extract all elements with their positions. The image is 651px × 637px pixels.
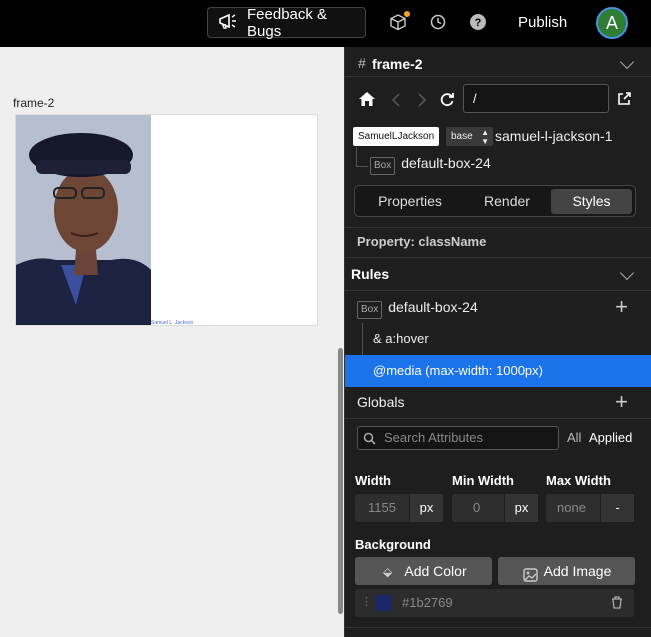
component-tag[interactable]: SamuelLJackson xyxy=(353,127,440,146)
rule-box-name: default-box-24 xyxy=(388,299,478,315)
max-width-input[interactable]: none - xyxy=(546,494,634,522)
globals-heading: Globals xyxy=(357,394,405,410)
help-icon[interactable]: ? xyxy=(468,12,488,32)
color-value: #1b2769 xyxy=(402,595,453,610)
select-arrows-icon: ▲ ▼ xyxy=(481,128,489,146)
refresh-icon[interactable] xyxy=(439,91,455,110)
add-color-label: Add Color xyxy=(404,563,467,579)
variant-label: base xyxy=(451,131,473,142)
frame-label: frame-2 xyxy=(13,96,55,110)
svg-text:?: ? xyxy=(475,17,482,29)
rule-box[interactable]: Box default-box-24 + xyxy=(345,291,651,323)
top-bar: Feedback & Bugs ? Publish A xyxy=(0,0,651,47)
notification-dot xyxy=(404,11,410,17)
chevron-down-icon[interactable] xyxy=(619,265,635,281)
min-width-input[interactable]: 0 px xyxy=(452,494,538,522)
width-label: Width xyxy=(355,473,391,488)
add-rule-plus-icon[interactable]: + xyxy=(615,291,628,323)
back-arrow-icon[interactable] xyxy=(391,93,401,110)
rule-media-selected[interactable]: @media (max-width: 1000px) xyxy=(345,355,651,387)
width-unit[interactable]: px xyxy=(409,494,443,522)
rules-header[interactable]: Rules xyxy=(345,258,651,290)
portrait-image[interactable] xyxy=(16,115,151,325)
frame-title: frame-2 xyxy=(372,56,423,72)
paint-bucket-icon: ⬙ xyxy=(383,565,393,579)
variant-select[interactable]: base ▲ ▼ xyxy=(446,127,493,146)
background-heading: Background xyxy=(355,537,431,552)
child-node[interactable]: Box default-box-24 xyxy=(370,155,491,175)
min-width-value: 0 xyxy=(473,500,481,515)
property-label: Property: className xyxy=(357,234,487,249)
drag-handle-icon[interactable]: ⋮ xyxy=(361,595,372,608)
feedback-button[interactable]: Feedback & Bugs xyxy=(207,5,366,40)
inspector-tabs: Properties Render Styles xyxy=(354,185,636,217)
chevron-down-icon[interactable] xyxy=(619,54,635,70)
min-width-unit[interactable]: px xyxy=(504,494,538,522)
feedback-label: Feedback & Bugs xyxy=(247,5,328,40)
home-icon[interactable] xyxy=(358,91,376,110)
search-attributes-input[interactable]: Search Attributes xyxy=(357,426,559,450)
width-value: 1155 xyxy=(368,500,396,515)
max-width-unit[interactable]: - xyxy=(600,494,634,522)
color-layer-row[interactable]: ⋮ #1b2769 xyxy=(355,589,634,617)
min-width-label: Min Width xyxy=(452,473,514,488)
image-icon xyxy=(523,563,538,591)
component-name: samuel-l-jackson-1 xyxy=(495,128,613,144)
max-width-value: none xyxy=(557,500,586,515)
tab-properties[interactable]: Properties xyxy=(358,189,462,214)
url-input[interactable]: / xyxy=(463,84,609,113)
box-chip: Box xyxy=(357,301,383,319)
inspector-panel: # frame-2 / SamuelLJackson base ▲ ▼ samue… xyxy=(344,47,651,637)
child-name: default-box-24 xyxy=(401,155,491,171)
forward-arrow-icon[interactable] xyxy=(417,93,427,110)
search-icon xyxy=(363,432,376,448)
image-caption: Samuel L. Jackson xyxy=(151,320,194,326)
add-global-plus-icon[interactable]: + xyxy=(615,386,628,418)
history-icon[interactable] xyxy=(428,12,448,32)
add-image-button[interactable]: Add Image xyxy=(498,557,635,585)
tab-styles[interactable]: Styles xyxy=(551,189,632,214)
filter-applied[interactable]: Applied xyxy=(589,430,632,445)
tab-render[interactable]: Render xyxy=(465,189,549,214)
add-color-button[interactable]: ⬙ Add Color xyxy=(355,557,492,585)
open-external-icon[interactable] xyxy=(617,92,631,109)
rule-hover-label: & a:hover xyxy=(373,331,429,346)
hash-icon: # xyxy=(358,55,366,71)
width-input[interactable]: 1155 px xyxy=(355,494,443,522)
publish-button[interactable]: Publish xyxy=(518,14,567,31)
filter-all[interactable]: All xyxy=(567,430,581,445)
trash-icon[interactable] xyxy=(611,596,623,612)
tree-connector xyxy=(356,147,368,167)
avatar[interactable]: A xyxy=(596,7,628,39)
rule-hover[interactable]: & a:hover xyxy=(345,323,651,355)
max-width-label: Max Width xyxy=(546,473,611,488)
frame-canvas[interactable]: Samuel L. Jackson xyxy=(15,114,318,326)
box-chip: Box xyxy=(370,157,396,175)
megaphone-icon xyxy=(217,11,239,35)
globals-row[interactable]: Globals + xyxy=(345,386,651,418)
canvas-scrollbar[interactable] xyxy=(338,348,343,614)
color-swatch[interactable] xyxy=(375,595,391,611)
rule-media-label: @media (max-width: 1000px) xyxy=(373,363,543,378)
rules-heading: Rules xyxy=(351,266,390,282)
